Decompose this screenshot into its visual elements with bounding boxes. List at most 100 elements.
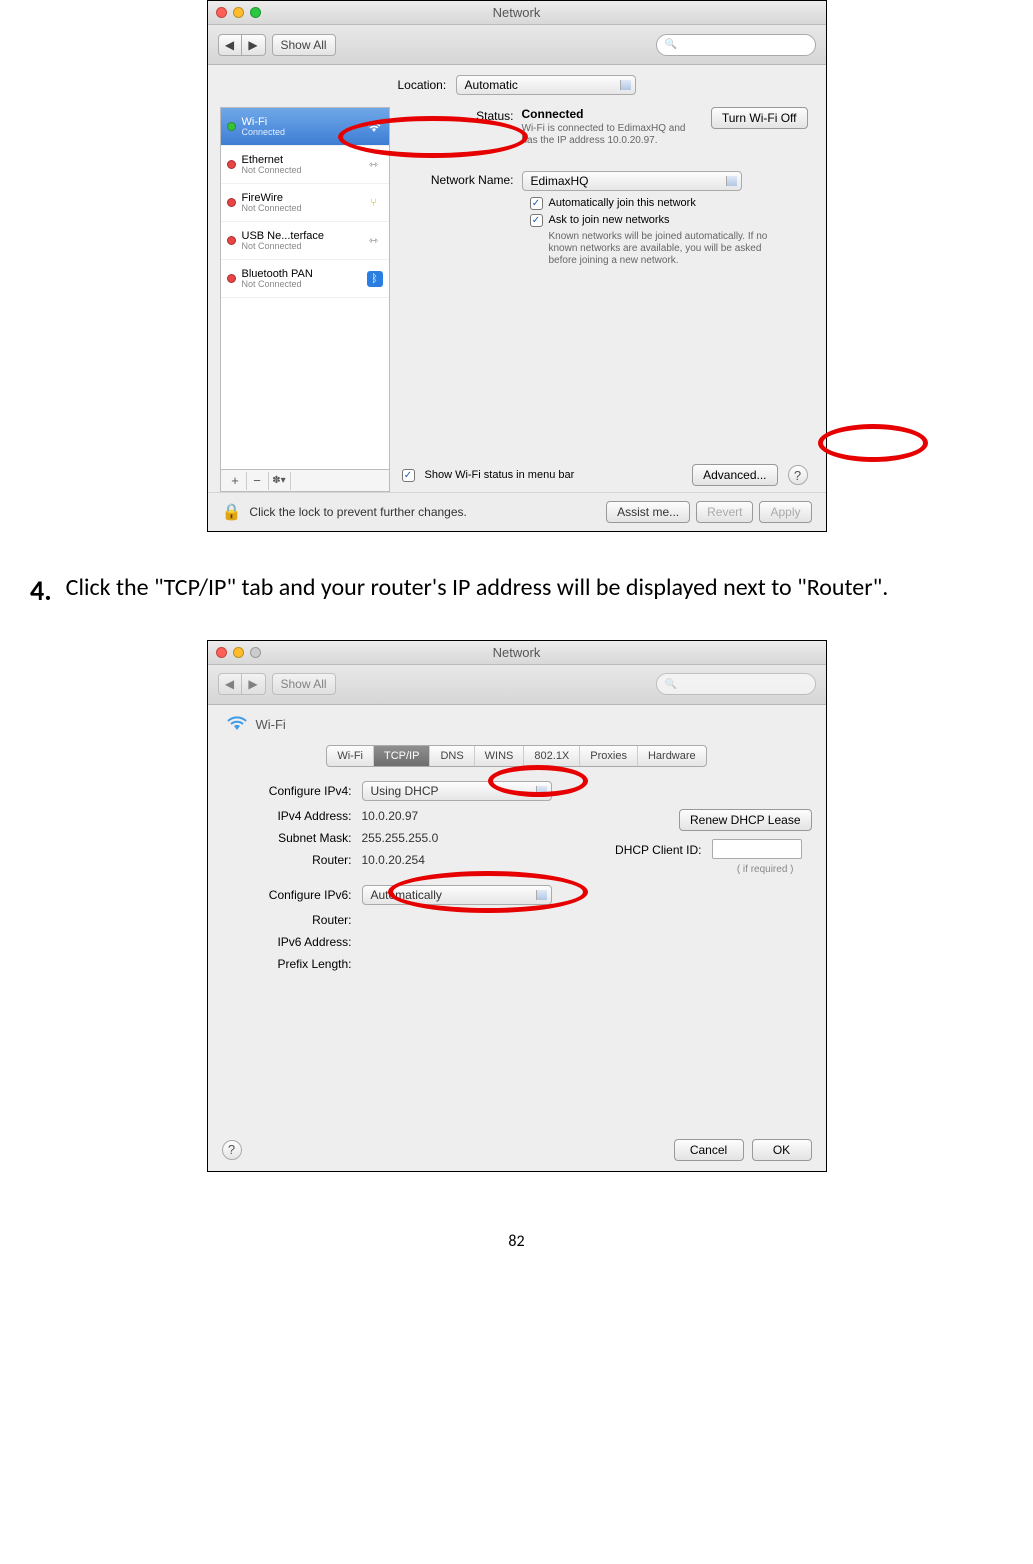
status-dot-icon: [227, 122, 236, 131]
configure-ipv6-dropdown[interactable]: Automatically: [362, 885, 552, 905]
location-dropdown[interactable]: Automatic: [456, 75, 636, 95]
detail-panel: Status: Connected Wi-Fi is connected to …: [402, 107, 814, 492]
back-button[interactable]: ◀: [218, 34, 242, 56]
location-label: Location:: [397, 78, 446, 92]
dhcp-client-id-input[interactable]: [712, 839, 802, 859]
configure-ipv4-label: Configure IPv4:: [222, 784, 362, 798]
tab-wifi[interactable]: Wi-Fi: [327, 746, 374, 766]
status-dot-icon: [227, 198, 236, 207]
prefs-toolbar: ◀ ▶ Show All 🔍: [208, 25, 826, 65]
ipv4-address-value: 10.0.20.97: [362, 809, 592, 823]
wifi-header-label: Wi-Fi: [256, 717, 286, 732]
sidebar-item-sub: Not Connected: [242, 204, 302, 214]
renew-dhcp-button[interactable]: Renew DHCP Lease: [679, 809, 812, 831]
sidebar-item-bluetooth[interactable]: Bluetooth PAN Not Connected ᛒ: [221, 260, 389, 298]
forward-button[interactable]: ▶: [242, 34, 266, 56]
step-text: Click the "TCP/IP" tab and your router's…: [66, 572, 889, 610]
sidebar-item-name: USB Ne...terface: [242, 230, 325, 242]
search-icon: 🔍: [665, 39, 677, 50]
sidebar-item-name: Ethernet: [242, 154, 302, 166]
status-dot-icon: [227, 236, 236, 245]
sidebar-footer: + − ✽▾: [221, 469, 389, 491]
network-name-dropdown[interactable]: EdimaxHQ: [522, 171, 742, 191]
configure-ipv6-value: Automatically: [371, 888, 442, 902]
search-field[interactable]: 🔍: [656, 34, 816, 56]
sidebar-item-wifi[interactable]: Wi-Fi Connected: [221, 108, 389, 146]
add-interface-button[interactable]: +: [225, 472, 247, 490]
network-prefs-screenshot-2: Network ◀ ▶ Show All 🔍 Wi-Fi Wi-Fi: [207, 640, 827, 1172]
ask-join-sublabel: Known networks will be joined automatica…: [549, 231, 789, 267]
status-label: Status:: [402, 107, 522, 147]
remove-interface-button[interactable]: −: [247, 472, 269, 490]
ipv4-address-label: IPv4 Address:: [222, 809, 362, 823]
sidebar-item-name: FireWire: [242, 192, 302, 204]
ok-button[interactable]: OK: [752, 1139, 812, 1161]
interfaces-sidebar: Wi-Fi Connected Ethernet Not Conne: [220, 107, 390, 492]
window-title: Network: [208, 5, 826, 20]
highlight-ring-advanced: [818, 424, 928, 462]
instruction-step: 4. Click the "TCP/IP" tab and your route…: [30, 572, 1003, 610]
sidebar-item-sub: Not Connected: [242, 242, 325, 252]
status-dot-icon: [227, 160, 236, 169]
ethernet-icon: ⇿: [365, 158, 383, 172]
status-dot-icon: [227, 274, 236, 283]
subnet-mask-value: 255.255.255.0: [362, 831, 592, 845]
router6-label: Router:: [222, 913, 362, 927]
revert-button[interactable]: Revert: [696, 501, 753, 523]
tab-dns[interactable]: DNS: [430, 746, 474, 766]
sidebar-item-name: Wi-Fi: [242, 116, 286, 128]
router-value: 10.0.20.254: [362, 853, 592, 867]
ethernet-icon: ⇿: [365, 234, 383, 248]
firewire-icon: ⑂: [365, 196, 383, 210]
turn-wifi-off-button[interactable]: Turn Wi-Fi Off: [711, 107, 808, 129]
help-button[interactable]: ?: [788, 465, 808, 485]
search-field: 🔍: [656, 673, 816, 695]
tab-proxies[interactable]: Proxies: [580, 746, 638, 766]
sidebar-item-name: Bluetooth PAN: [242, 268, 313, 280]
bluetooth-icon: ᛒ: [367, 271, 383, 287]
tab-tcpip[interactable]: TCP/IP: [374, 746, 430, 766]
assist-me-button[interactable]: Assist me...: [606, 501, 690, 523]
sidebar-item-usb[interactable]: USB Ne...terface Not Connected ⇿: [221, 222, 389, 260]
apply-button[interactable]: Apply: [759, 501, 811, 523]
sidebar-item-sub: Not Connected: [242, 166, 302, 176]
window-titlebar: Network: [208, 1, 826, 25]
configure-ipv4-dropdown[interactable]: Using DHCP: [362, 781, 552, 801]
lock-text: Click the lock to prevent further change…: [249, 505, 466, 519]
nav-arrows: ◀ ▶: [218, 673, 266, 695]
step-number: 4.: [30, 572, 52, 610]
show-all-button[interactable]: Show All: [272, 34, 336, 56]
router-label: Router:: [222, 853, 362, 867]
show-status-label: Show Wi-Fi status in menu bar: [425, 469, 575, 481]
sidebar-item-sub: Not Connected: [242, 280, 313, 290]
lock-icon[interactable]: 🔒: [222, 502, 242, 522]
search-icon: 🔍: [665, 679, 677, 690]
wifi-header: Wi-Fi: [222, 715, 812, 735]
tab-hardware[interactable]: Hardware: [638, 746, 706, 766]
prefs-toolbar: ◀ ▶ Show All 🔍: [208, 665, 826, 705]
dhcp-client-id-label: DHCP Client ID:: [612, 843, 712, 857]
ask-join-checkbox[interactable]: ✓: [530, 214, 543, 227]
ask-join-label: Ask to join new networks: [549, 214, 670, 227]
sidebar-item-ethernet[interactable]: Ethernet Not Connected ⇿: [221, 146, 389, 184]
status-value: Connected: [522, 107, 699, 121]
wifi-icon: [226, 715, 248, 735]
show-status-checkbox[interactable]: ✓: [402, 469, 415, 482]
auto-join-checkbox[interactable]: ✓: [530, 197, 543, 210]
auto-join-label: Automatically join this network: [549, 197, 696, 209]
dhcp-client-id-hint: ( if required ): [612, 864, 812, 875]
sidebar-item-firewire[interactable]: FireWire Not Connected ⑂: [221, 184, 389, 222]
lock-row: 🔒 Click the lock to prevent further chan…: [208, 492, 826, 531]
gear-menu-button[interactable]: ✽▾: [269, 472, 291, 490]
subnet-mask-label: Subnet Mask:: [222, 831, 362, 845]
help-button[interactable]: ?: [222, 1140, 242, 1160]
forward-button: ▶: [242, 673, 266, 695]
wifi-icon: [365, 120, 383, 134]
nav-arrows: ◀ ▶: [218, 34, 266, 56]
cancel-button[interactable]: Cancel: [674, 1139, 744, 1161]
advanced-button[interactable]: Advanced...: [692, 464, 777, 486]
tab-wins[interactable]: WINS: [475, 746, 525, 766]
location-row: Location: Automatic: [208, 65, 826, 101]
location-value: Automatic: [465, 78, 518, 92]
tab-8021x[interactable]: 802.1X: [524, 746, 580, 766]
